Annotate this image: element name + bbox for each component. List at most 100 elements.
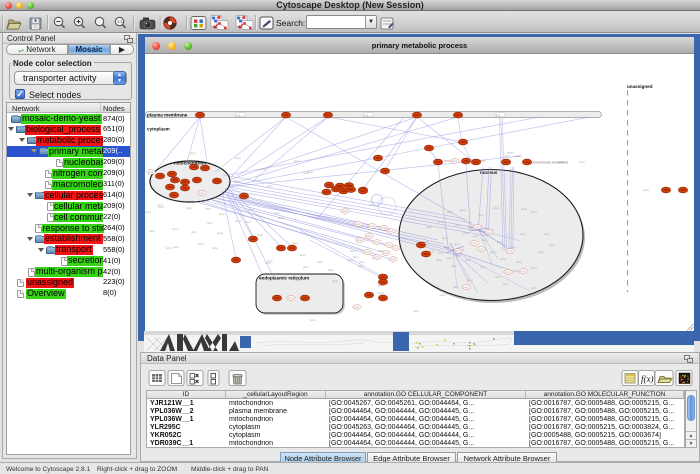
svg-text:xxxx: xxxx (386, 244, 392, 247)
svg-text:xxxx: xxxx (374, 241, 380, 244)
svg-text:xxxx: xxxx (369, 225, 375, 228)
svg-text:(xxx): (xxx) (347, 258, 353, 262)
svg-text:(xxx): (xxx) (453, 285, 459, 289)
svg-text:(xxx): (xxx) (350, 249, 356, 253)
svg-text:(xxx): (xxx) (186, 206, 192, 210)
svg-text:(xxx): (xxx) (500, 257, 506, 261)
svg-text:xxxx: xxxx (357, 239, 363, 242)
svg-text:(xxx): (xxx) (463, 231, 469, 235)
svg-text:(xxx): (xxx) (260, 167, 266, 171)
svg-text:(xxx): (xxx) (265, 261, 271, 265)
svg-text:xxxx: xxxx (383, 252, 389, 255)
svg-text:(xxx): (xxx) (538, 250, 544, 254)
svg-text:(xxx): (xxx) (465, 296, 471, 300)
svg-text:(xxx): (xxx) (521, 207, 527, 211)
svg-text:(xxx): (xxx) (248, 208, 254, 212)
svg-text:(xxx): (xxx) (467, 278, 473, 282)
svg-text:(xxx): (xxx) (495, 275, 501, 279)
svg-text:plasma membrane: plasma membrane (147, 112, 188, 117)
svg-text:(xxx): (xxx) (212, 246, 218, 250)
svg-text:(xxx): (xxx) (531, 286, 537, 290)
svg-text:(xxx): (xxx) (235, 219, 241, 223)
svg-text:xxxx: xxxx (388, 230, 394, 233)
svg-text:(xxx): (xxx) (438, 220, 444, 224)
svg-text:(xxx): (xxx) (217, 231, 223, 235)
svg-text:(xxx): (xxx) (317, 260, 323, 264)
svg-text:(xxx): (xxx) (442, 236, 448, 240)
svg-text:(xxx): (xxx) (245, 220, 251, 224)
svg-text:(xxx): (xxx) (579, 160, 585, 164)
svg-text:xxxx: xxxx (381, 227, 387, 230)
svg-text:(xxx): (xxx) (447, 256, 453, 260)
svg-text:xxxx: xxxx (364, 251, 370, 254)
svg-text:(xxx): (xxx) (515, 154, 522, 158)
svg-text:xxxx: xxxx (390, 258, 396, 261)
svg-text:(xxx): (xxx) (303, 171, 309, 175)
svg-text:(xxx): (xxx) (465, 258, 471, 262)
svg-text:(xxx): (xxx) (310, 318, 316, 322)
svg-text:(xxx): (xxx) (520, 232, 526, 236)
svg-text:xxxx: xxxx (505, 271, 511, 274)
svg-text:(xxx): (xxx) (493, 206, 499, 210)
svg-text:(xxx): (xxx) (455, 223, 461, 227)
svg-text:xxxx: xxxx (474, 226, 480, 229)
svg-text:(xxx): (xxx) (145, 210, 151, 214)
svg-text:(xxx): (xxx) (473, 234, 479, 238)
svg-text:(xxx): (xxx) (426, 225, 432, 229)
svg-text:[--]: [--] (236, 113, 240, 117)
svg-text:(xxx): (xxx) (303, 265, 309, 269)
svg-text:xxxxxxxxxx: xxxxxxxxxx (531, 161, 551, 165)
svg-text:xxxx: xxxx (366, 235, 372, 238)
svg-text:(xxx): (xxx) (503, 282, 509, 286)
svg-text:(xxx): (xxx) (257, 233, 263, 237)
svg-text:[--]: [--] (496, 113, 500, 117)
svg-text:(xxx): (xxx) (358, 264, 364, 268)
svg-text:xxxx: xxxx (393, 247, 399, 250)
svg-text:f(x): f(x) (641, 374, 654, 384)
svg-text:(xxx): (xxx) (166, 246, 172, 250)
svg-text:(xxx): (xxx) (300, 253, 306, 257)
svg-text:(xxx): (xxx) (643, 188, 649, 192)
svg-text:(xxx): (xxx) (207, 221, 213, 225)
svg-text:xxxx: xxxx (452, 160, 458, 163)
svg-text:cytoplasm: cytoplasm (147, 127, 170, 132)
svg-text:(xxx): (xxx) (191, 230, 197, 234)
svg-text:xxxxxxxx: xxxxxxxx (552, 161, 568, 165)
svg-text:1:1: 1:1 (117, 19, 123, 24)
svg-text:(xxx): (xxx) (531, 210, 537, 214)
svg-text:(xxx): (xxx) (294, 159, 300, 163)
svg-text:(xxx): (xxx) (205, 207, 211, 211)
svg-text:(xxx): (xxx) (359, 260, 365, 264)
svg-text:xxxx: xxxx (148, 171, 154, 174)
svg-text:(xxx): (xxx) (295, 278, 301, 282)
svg-text:(xxx): (xxx) (516, 260, 522, 264)
svg-text:(xxx): (xxx) (332, 279, 338, 283)
svg-text:xxxx: xxxx (355, 223, 361, 226)
svg-text:(xxx): (xxx) (478, 213, 484, 217)
svg-text:(xxx): (xxx) (172, 227, 178, 231)
svg-text:(xxx): (xxx) (235, 156, 241, 160)
svg-text:(xxx): (xxx) (292, 241, 298, 245)
svg-text:(xxx): (xxx) (507, 151, 514, 155)
svg-text:(xxx): (xxx) (328, 268, 334, 272)
svg-text:xxxx: xxxx (478, 248, 484, 251)
svg-text:(xxx): (xxx) (173, 245, 179, 249)
svg-text:(xxx): (xxx) (198, 242, 204, 246)
svg-text:(xxx): (xxx) (451, 264, 457, 268)
svg-text:xxxx: xxxx (354, 306, 360, 309)
svg-text:(xxx): (xxx) (219, 212, 225, 216)
svg-text:(xxx): (xxx) (267, 184, 273, 188)
svg-text:(xxx): (xxx) (157, 203, 163, 207)
svg-text:(xxx): (xxx) (353, 255, 359, 259)
svg-text:(xxx): (xxx) (278, 216, 284, 220)
svg-text:(xxx): (xxx) (444, 159, 451, 163)
svg-text:xxxx: xxxx (199, 192, 205, 195)
svg-text:(xxx): (xxx) (480, 265, 486, 269)
svg-text:(xxx): (xxx) (504, 154, 510, 158)
svg-text:(xxx): (xxx) (513, 269, 519, 273)
svg-text:xxxx: xxxx (374, 256, 380, 259)
svg-text:xxxx: xxxx (520, 270, 526, 273)
svg-text:(xxx): (xxx) (482, 238, 488, 242)
svg-text:(xxx): (xxx) (440, 293, 446, 297)
svg-text:endoplasmic reticulum: endoplasmic reticulum (259, 276, 309, 281)
